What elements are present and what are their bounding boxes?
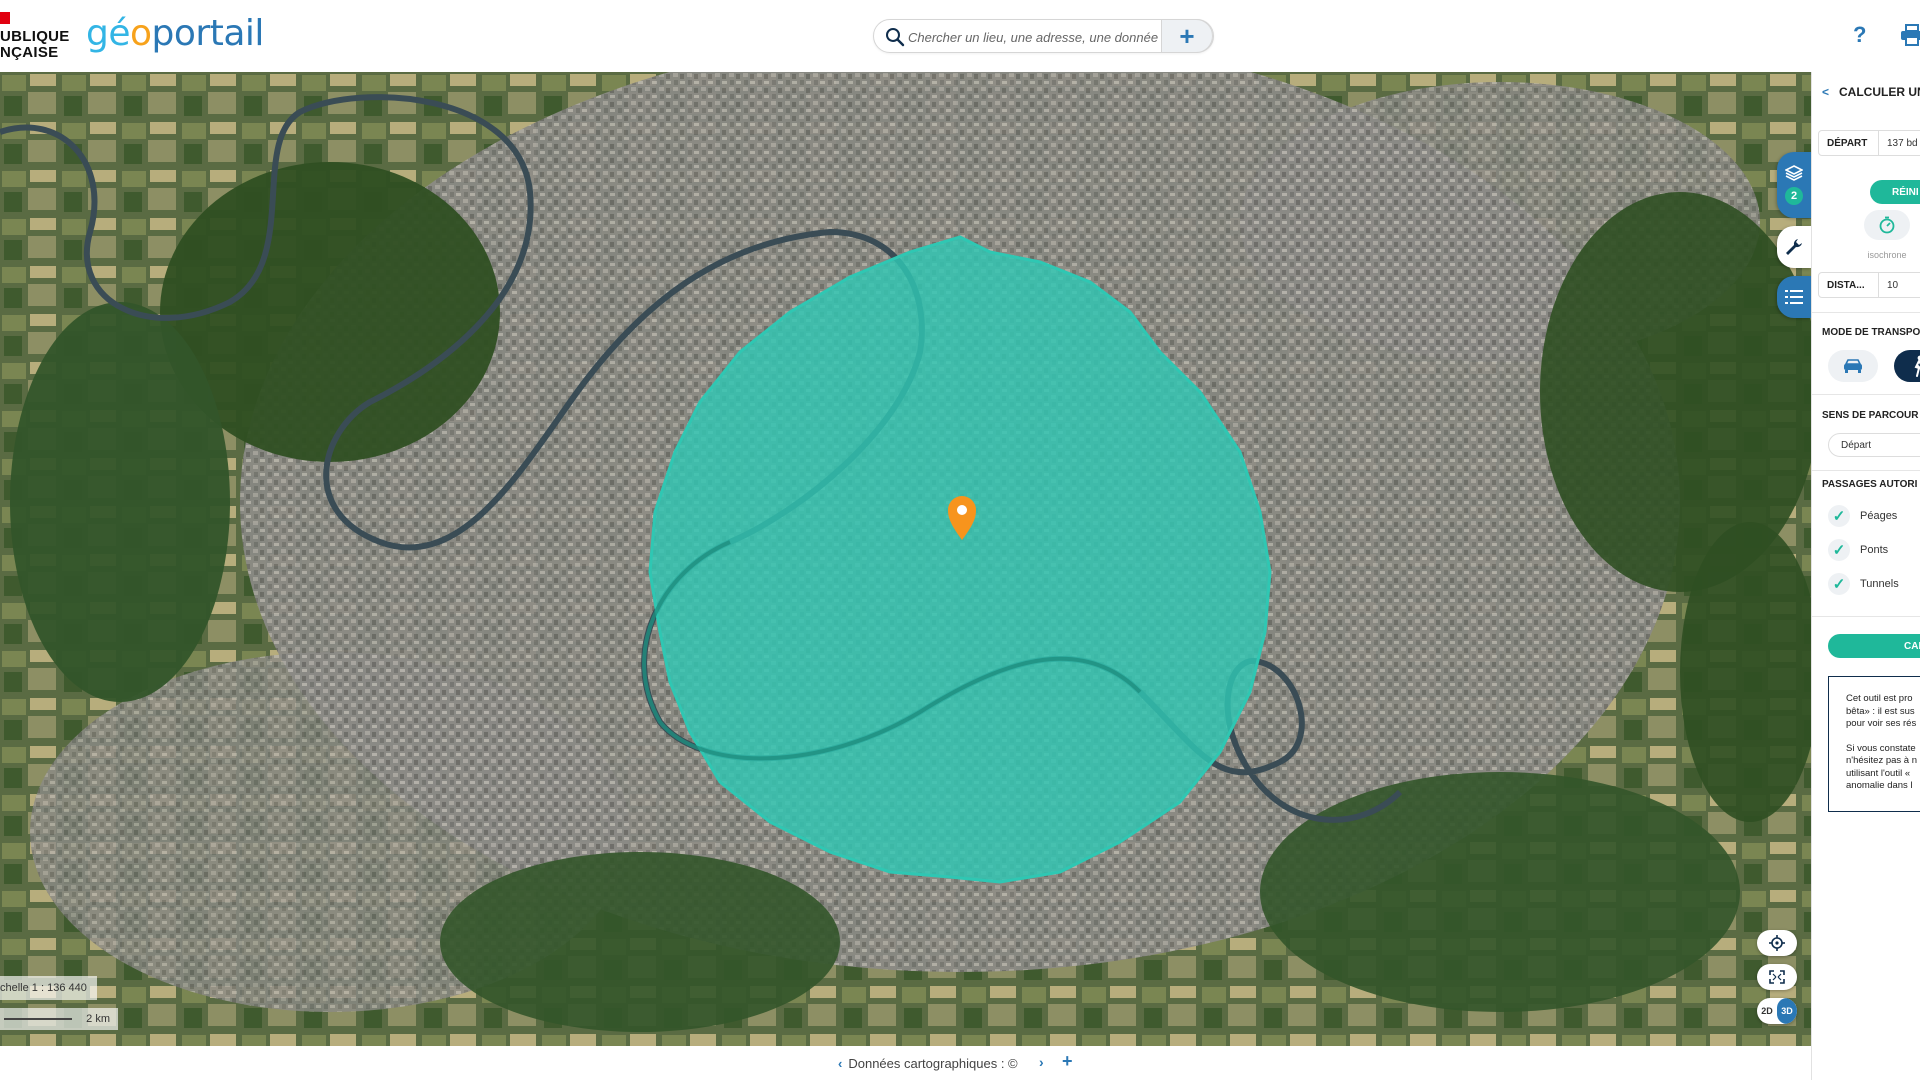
attribution-bar: ‹ Données cartographiques : © › + (0, 1046, 1811, 1080)
distance-value[interactable]: 10 (1879, 273, 1898, 297)
depart-field[interactable]: DÉPART 137 bd (1818, 130, 1920, 156)
layers-count-badge: 2 (1785, 187, 1803, 205)
car-mode-button[interactable] (1828, 350, 1878, 382)
distance-label: DISTA... (1819, 273, 1879, 297)
isochrone-mode-button[interactable] (1864, 210, 1910, 240)
info-line: pour voir ses rés (1846, 718, 1917, 729)
layers-icon (1785, 165, 1803, 181)
scale-ratio-label: chelle 1 : 136 440 (0, 976, 97, 1000)
info-paragraph-1: Cet outil est pro bêta» : il est sus pou… (1846, 693, 1920, 731)
direction-select[interactable]: Départ (1828, 433, 1920, 457)
republique-flag-mark (0, 12, 10, 24)
republique-francaise-logo[interactable]: UBLIQUE NÇAISE (0, 29, 70, 61)
depart-value[interactable]: 137 bd (1879, 131, 1918, 155)
geoportail-logo[interactable]: géoportail (86, 14, 264, 54)
ponts-label: Ponts (1860, 544, 1889, 556)
tools-button[interactable] (1777, 226, 1811, 268)
reinit-button[interactable]: RÉINI (1870, 180, 1920, 204)
logo-part-o: o (130, 13, 152, 54)
info-line: anomalie dans l (1846, 780, 1913, 791)
checkmark-icon[interactable]: ✓ (1828, 573, 1850, 595)
satellite-imagery (0, 72, 1811, 1046)
legend-list-button[interactable] (1777, 276, 1811, 318)
distance-field[interactable]: DISTA... 10 (1818, 272, 1920, 298)
isochrone-label: isochrone (1867, 250, 1907, 260)
layers-button[interactable]: 2 (1777, 152, 1811, 218)
depart-label: DÉPART (1819, 131, 1879, 155)
search-bar: + (873, 19, 1214, 53)
info-line: Si vous constate (1846, 742, 1916, 754)
help-button[interactable]: ? (1853, 22, 1866, 48)
view-2d-3d-toggle[interactable]: 2D 3D (1757, 998, 1797, 1024)
attribution: ‹ Données cartographiques : © (838, 1056, 1018, 1071)
print-icon[interactable] (1900, 24, 1920, 46)
search-icon[interactable] (885, 27, 905, 47)
walk-mode-button[interactable] (1894, 350, 1920, 382)
info-line: utilisant l'outil « (1846, 767, 1911, 779)
car-icon (1844, 359, 1862, 373)
peages-checkbox[interactable]: ✓ Péages (1828, 505, 1897, 527)
attribution-prev-button[interactable]: ‹ (838, 1056, 842, 1071)
beta-info-box: Cet outil est pro bêta» : il est sus pou… (1828, 676, 1920, 812)
chevron-left-icon[interactable]: < (1822, 85, 1829, 99)
scale-bar: 2 km (0, 1008, 118, 1030)
direction-title: SENS DE PARCOUR (1822, 410, 1919, 421)
fullscreen-icon (1769, 970, 1785, 984)
info-line: Cet outil est pro (1846, 693, 1913, 704)
attribution-text: Données cartographiques : © (848, 1056, 1018, 1071)
ponts-checkbox[interactable]: ✓ Ponts (1828, 539, 1888, 561)
attribution-add-button[interactable]: + (1062, 1051, 1073, 1072)
view-2d-option[interactable]: 2D (1757, 998, 1777, 1024)
section-divider (1812, 616, 1920, 617)
scale-bar-line (4, 1018, 72, 1020)
info-line: n'hésitez pas à n (1846, 755, 1917, 766)
tunnels-checkbox[interactable]: ✓ Tunnels (1828, 573, 1899, 595)
peages-label: Péages (1860, 510, 1898, 522)
route-calculation-panel: < CALCULER UN DÉPART 137 bd RÉINI isochro… (1811, 72, 1920, 1080)
section-divider (1812, 312, 1920, 313)
list-icon (1785, 290, 1803, 304)
geolocate-button[interactable] (1757, 930, 1797, 956)
republique-line-2: NÇAISE (0, 44, 59, 61)
top-header: UBLIQUE NÇAISE géoportail + ? (0, 0, 1920, 72)
attribution-next-button[interactable]: › (1039, 1054, 1044, 1070)
map-canvas[interactable]: 2 chelle 1 : 136 440 2 km 2D 3D (0, 72, 1811, 1046)
checkmark-icon[interactable]: ✓ (1828, 505, 1850, 527)
transport-mode-title: MODE DE TRANSPO (1822, 327, 1920, 338)
pedestrian-icon (1914, 355, 1920, 377)
tunnels-label: Tunnels (1860, 578, 1899, 590)
passages-title: PASSAGES AUTORI (1822, 479, 1918, 490)
panel-title: CALCULER UN (1839, 85, 1920, 99)
calculate-button[interactable]: CAL (1828, 634, 1920, 658)
section-divider (1812, 470, 1920, 471)
wrench-icon (1786, 239, 1802, 255)
info-line: bêta» : il est sus (1846, 705, 1915, 717)
search-input[interactable] (908, 26, 1158, 48)
panel-header[interactable]: < CALCULER UN (1822, 85, 1920, 99)
search-add-button[interactable]: + (1161, 19, 1213, 53)
stopwatch-icon (1879, 216, 1895, 234)
logo-part-ge: gé (86, 13, 131, 54)
crosshair-icon (1769, 935, 1785, 951)
republique-line-1: UBLIQUE (0, 28, 70, 45)
scale-bar-label: 2 km (86, 1013, 110, 1025)
logo-part-portail: portail (151, 13, 265, 54)
checkmark-icon[interactable]: ✓ (1828, 539, 1850, 561)
section-divider (1812, 394, 1920, 395)
fullscreen-button[interactable] (1757, 964, 1797, 990)
info-paragraph-2: Si vous constate n'hésitez pas à n utili… (1846, 743, 1920, 793)
